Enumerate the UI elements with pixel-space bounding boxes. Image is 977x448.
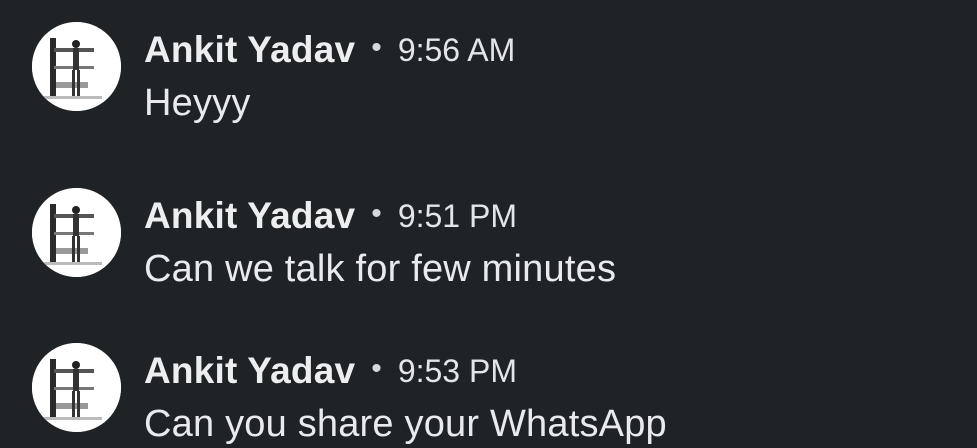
- message-timestamp: 9:53 PM: [397, 352, 517, 389]
- message-thread: Ankit Yadav • 9:56 AM Heyyy Ankit Yadav …: [0, 0, 977, 448]
- message-item[interactable]: Ankit Yadav • 9:56 AM Heyyy: [32, 22, 972, 142]
- message-timestamp: 9:51 PM: [397, 197, 517, 234]
- message-item[interactable]: Ankit Yadav • 9:53 PM Can you share your…: [32, 343, 972, 448]
- sender-name[interactable]: Ankit Yadav: [144, 350, 355, 392]
- sender-name[interactable]: Ankit Yadav: [144, 195, 355, 237]
- sender-avatar[interactable]: [32, 188, 121, 277]
- meta-separator: •: [371, 197, 382, 230]
- meta-separator: •: [371, 31, 382, 64]
- message-item[interactable]: Ankit Yadav • 9:51 PM Can we talk for fe…: [32, 188, 972, 308]
- message-meta: Ankit Yadav • 9:53 PM: [144, 348, 517, 394]
- sender-avatar[interactable]: [32, 343, 121, 432]
- message-timestamp: 9:56 AM: [397, 31, 516, 68]
- sender-avatar[interactable]: [32, 22, 121, 111]
- meta-separator: •: [371, 352, 382, 385]
- message-text: Can we talk for few minutes: [144, 248, 617, 290]
- message-text: Heyyy: [144, 82, 251, 124]
- message-meta: Ankit Yadav • 9:56 AM: [144, 27, 515, 73]
- profile-photo-icon: [32, 343, 121, 432]
- profile-photo-icon: [32, 22, 121, 111]
- message-meta: Ankit Yadav • 9:51 PM: [144, 193, 517, 239]
- profile-photo-icon: [32, 188, 121, 277]
- message-text: Can you share your WhatsApp: [144, 403, 667, 445]
- sender-name[interactable]: Ankit Yadav: [144, 29, 355, 71]
